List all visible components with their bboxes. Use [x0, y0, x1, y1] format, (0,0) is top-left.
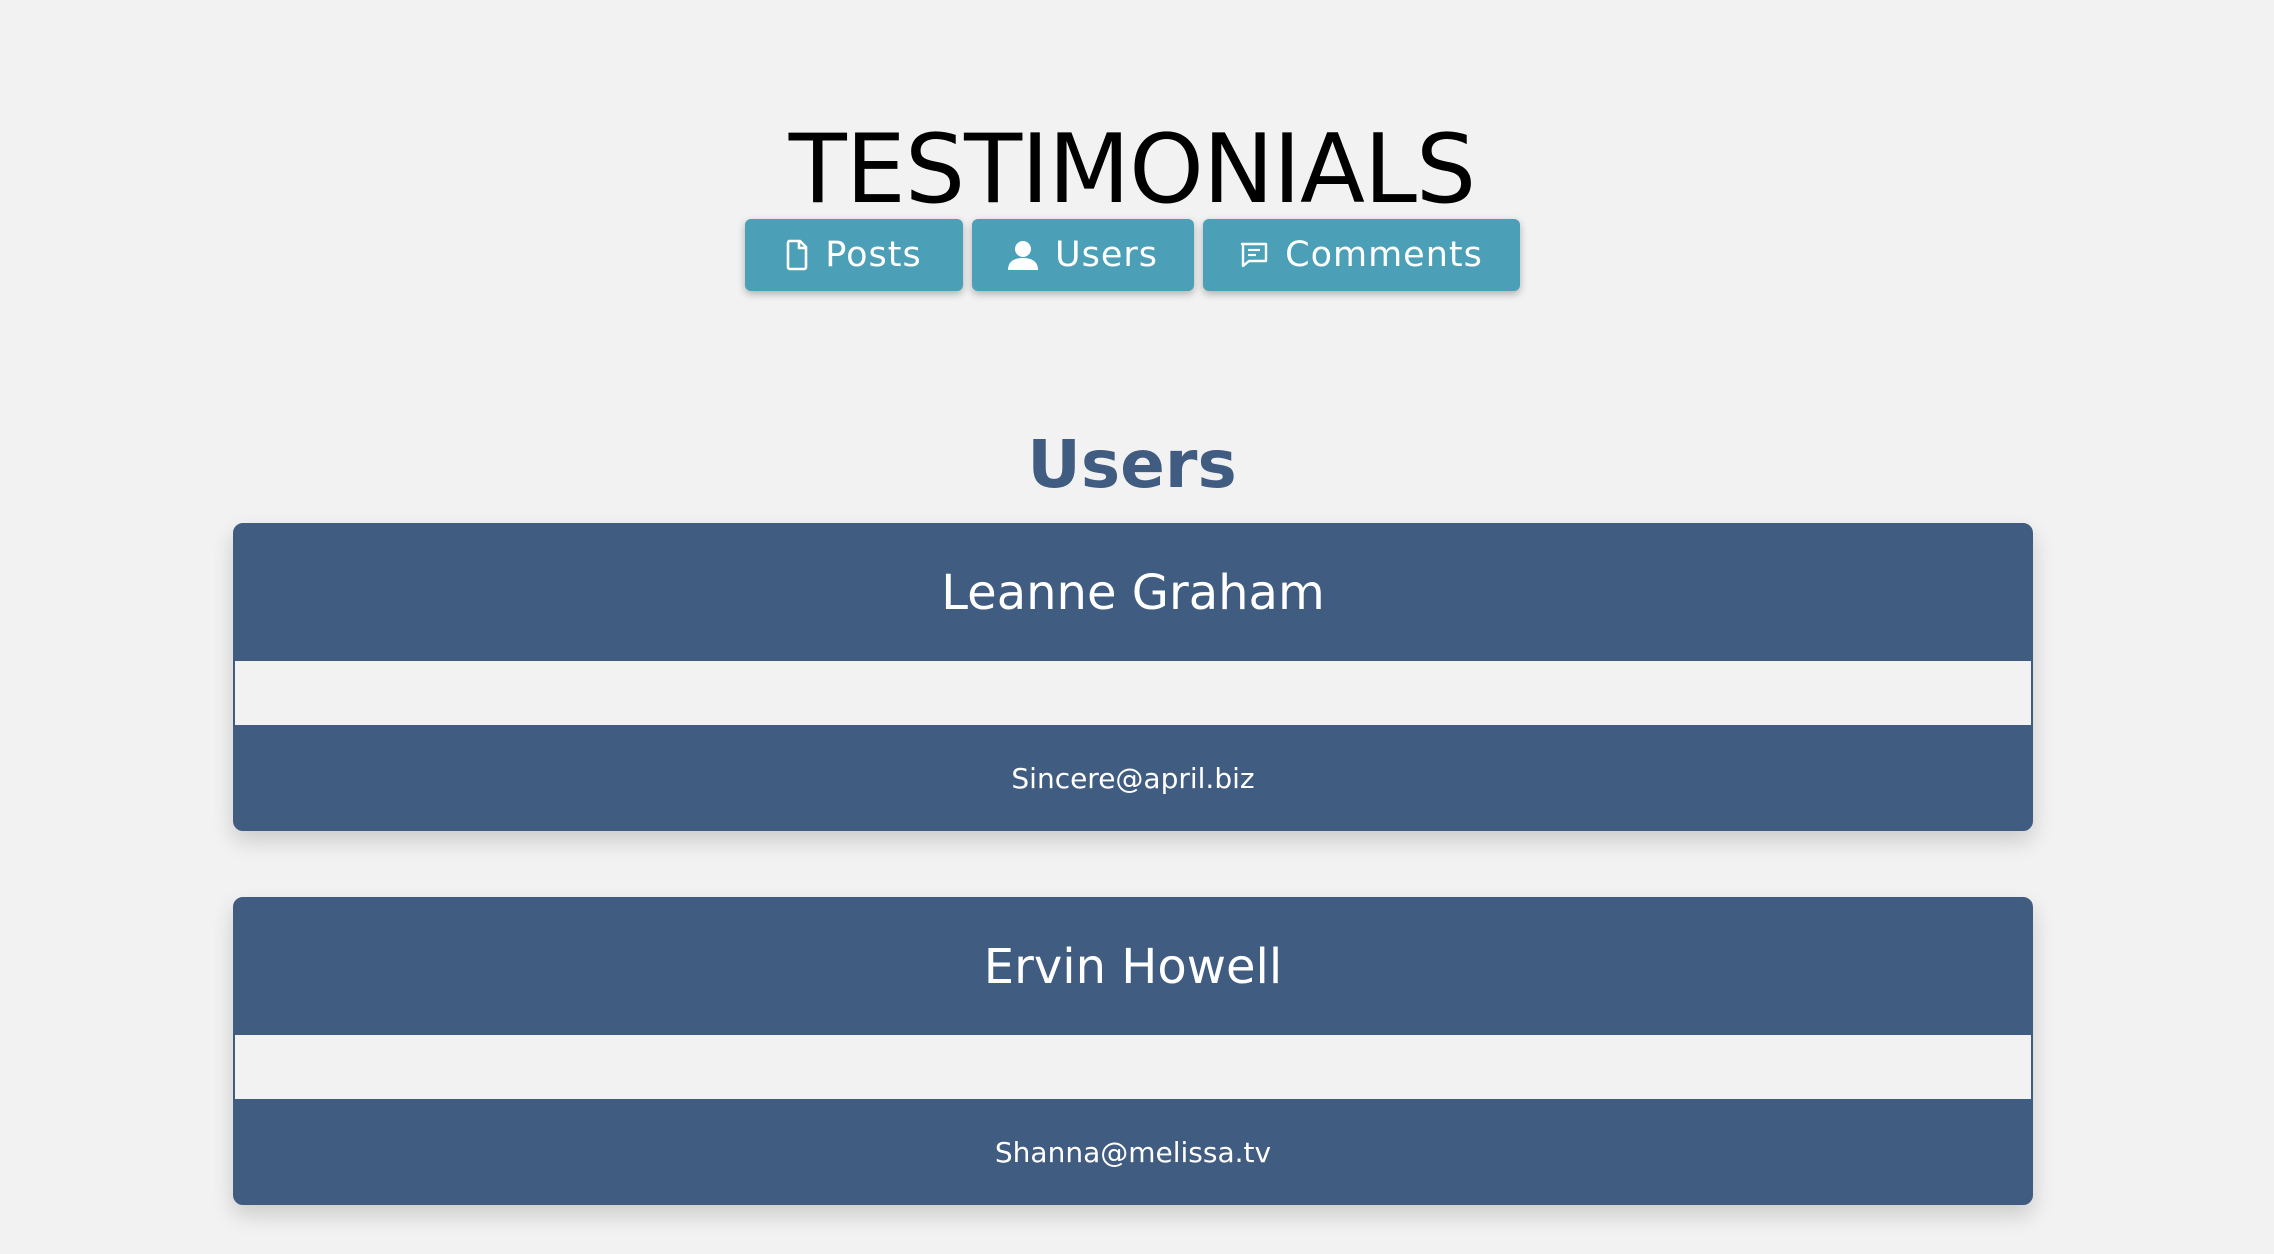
card-divider	[235, 1035, 2031, 1099]
user-name: Ervin Howell	[983, 939, 1283, 995]
user-card: Ervin Howell Shanna@melissa.tv	[233, 897, 2033, 1205]
card-divider	[235, 661, 2031, 725]
users-button-label: Users	[1054, 235, 1158, 275]
posts-button[interactable]: Posts	[744, 219, 963, 291]
comment-icon	[1239, 241, 1269, 269]
user-email: Sincere@april.biz	[1011, 761, 1255, 795]
user-email: Shanna@melissa.tv	[994, 1135, 1272, 1169]
comments-button[interactable]: Comments	[1202, 219, 1520, 291]
posts-button-label: Posts	[825, 235, 922, 275]
section-title: Users	[1027, 425, 1237, 503]
nav-bar: Posts Users Comments	[0, 219, 2264, 291]
user-card: Leanne Graham Sincere@april.biz	[233, 523, 2033, 831]
document-icon	[785, 239, 809, 271]
user-name: Leanne Graham	[941, 565, 1325, 621]
page-title: TESTIMONIALS	[788, 114, 1476, 225]
comments-button-label: Comments	[1285, 235, 1483, 275]
user-icon	[1007, 239, 1039, 271]
page: TESTIMONIALS Posts Users Comments Users …	[0, 0, 2274, 1254]
users-button[interactable]: Users	[971, 219, 1194, 291]
